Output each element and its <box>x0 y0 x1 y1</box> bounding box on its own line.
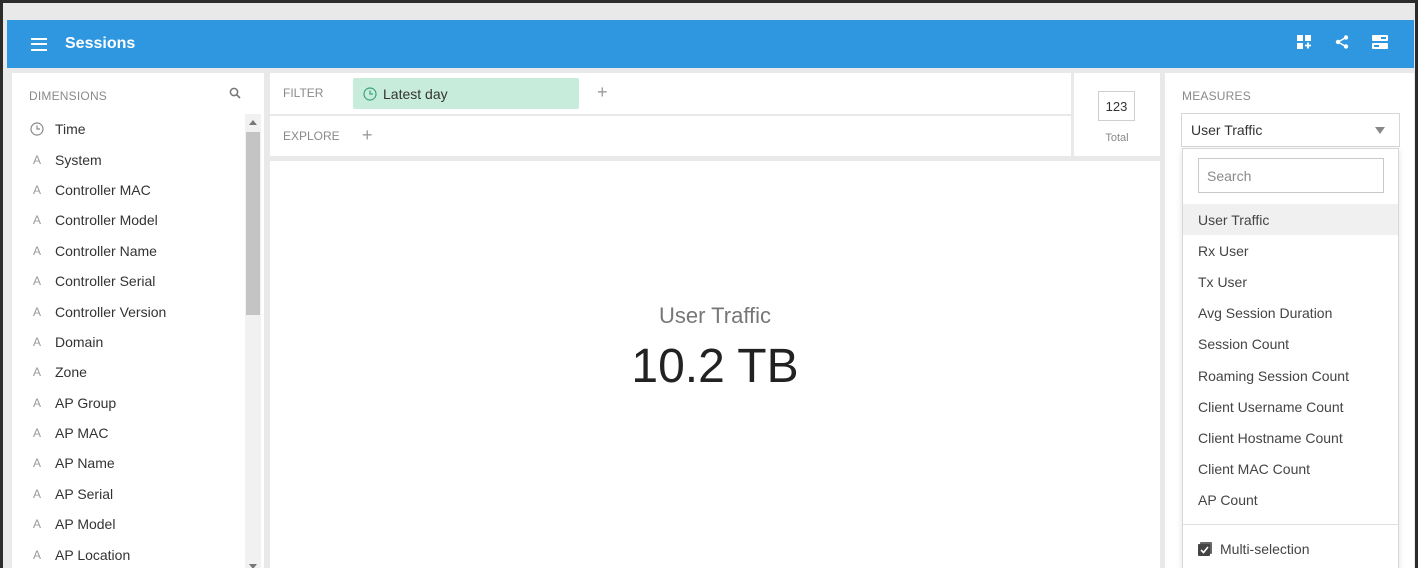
scrollbar-thumb[interactable] <box>246 132 260 315</box>
dimension-item[interactable]: A Domain <box>12 327 244 357</box>
search-icon[interactable] <box>229 86 241 104</box>
visualization-area: User Traffic 10.2 TB <box>270 161 1160 568</box>
measures-option-list: User Traffic Rx User Tx User Avg Session Du… <box>1183 204 1398 516</box>
dimension-item[interactable]: A AP Location <box>12 539 244 568</box>
dimension-label: Domain <box>55 333 104 350</box>
top-actions <box>1296 34 1388 50</box>
scroll-down-arrow-icon[interactable] <box>249 564 257 568</box>
metric-label: User Traffic <box>658 303 772 328</box>
dimension-item[interactable]: A AP MAC <box>12 418 244 448</box>
clock-icon <box>29 122 45 136</box>
dimension-label: Controller Name <box>55 242 157 259</box>
explore-caption: EXPLORE <box>283 129 340 143</box>
dimension-label: AP Serial <box>55 485 114 502</box>
string-type-icon: A <box>32 213 41 228</box>
filter-pill-label: Latest day <box>383 85 448 102</box>
dimension-label: AP MAC <box>55 425 109 442</box>
measures-caption: MEASURES <box>1182 89 1251 103</box>
measure-option[interactable]: Client Username Count <box>1183 391 1398 422</box>
measure-option[interactable]: Avg Session Duration <box>1183 298 1398 329</box>
multi-select-checkbox-icon <box>1198 542 1212 556</box>
string-type-icon: A <box>32 365 41 380</box>
dimensions-scrollbar[interactable] <box>245 114 261 568</box>
dimension-label: AP Name <box>55 455 115 472</box>
dimension-item[interactable]: A AP Name <box>12 448 244 478</box>
filter-bar: FILTER Latest day + <box>270 73 1071 114</box>
measure-option[interactable]: AP Count <box>1183 485 1398 516</box>
filter-caption: FILTER <box>283 86 324 100</box>
measure-option[interactable]: User Traffic <box>1183 204 1398 236</box>
chevron-down-icon <box>1375 127 1385 134</box>
dimension-item[interactable]: A Zone <box>12 357 244 387</box>
dimension-item[interactable]: A AP Model <box>12 509 244 539</box>
metric-value: 10.2 TB <box>631 340 799 393</box>
measure-option[interactable]: Rx User <box>1183 235 1398 266</box>
string-type-icon: A <box>32 243 41 258</box>
dimension-label: Controller MAC <box>55 181 151 198</box>
string-type-icon: A <box>32 152 41 167</box>
measure-search-input[interactable] <box>1198 158 1384 193</box>
page-title: Sessions <box>65 35 136 52</box>
dimension-item[interactable]: A Controller Serial <box>12 266 244 296</box>
dimension-label: Controller Version <box>55 303 167 320</box>
add-widget-icon[interactable] <box>1296 34 1312 50</box>
dimension-label: Controller Serial <box>55 273 156 290</box>
dimension-label: AP Model <box>55 516 116 533</box>
measure-select[interactable]: User Traffic <box>1181 113 1400 147</box>
string-type-icon: A <box>32 304 41 319</box>
dimension-label: Controller Model <box>55 212 158 229</box>
measure-option[interactable]: Session Count <box>1183 329 1398 360</box>
measure-select-value: User Traffic <box>1191 122 1263 138</box>
toggle-layout-icon[interactable] <box>1372 34 1388 50</box>
dimension-label: AP Location <box>55 546 131 563</box>
dimension-label: Time <box>55 121 86 138</box>
string-type-icon: A <box>32 395 41 410</box>
string-type-icon: A <box>32 334 41 349</box>
dimension-label: AP Group <box>55 394 117 411</box>
string-type-icon: A <box>32 426 41 441</box>
dimension-item[interactable]: A Controller Name <box>12 236 244 266</box>
dimension-item[interactable]: A System <box>12 144 244 174</box>
dimension-item[interactable]: Time <box>12 114 244 144</box>
menu-icon[interactable] <box>31 37 47 51</box>
multi-selection-label: Multi-selection <box>1220 541 1310 557</box>
filter-pill-time[interactable]: Latest day <box>353 78 579 109</box>
clock-icon <box>363 86 377 101</box>
measure-option[interactable]: Client Hostname Count <box>1183 422 1398 453</box>
scroll-up-arrow-icon[interactable] <box>249 120 257 125</box>
string-type-icon: A <box>32 274 41 289</box>
string-type-icon: A <box>32 486 41 501</box>
measure-option[interactable]: Roaming Session Count <box>1183 360 1398 391</box>
add-explore-plus-icon[interactable]: + <box>362 126 373 144</box>
dimensions-panel: DIMENSIONS Time A System A Controller MAC A Co… <box>12 73 264 568</box>
string-type-icon: A <box>32 456 41 471</box>
dimension-item[interactable]: A Controller Model <box>12 205 244 235</box>
dimension-item[interactable]: A Controller Version <box>12 296 244 326</box>
measure-option[interactable]: Tx User <box>1183 266 1398 297</box>
total-count-button[interactable]: 123 <box>1098 91 1135 121</box>
measures-dropdown: User TrafficRx UserTx UserAvg Session Du… <box>1182 148 1399 568</box>
dimension-item[interactable]: A AP Serial <box>12 479 244 509</box>
dimensions-caption: DIMENSIONS <box>29 89 108 103</box>
dimension-label: System <box>55 151 102 168</box>
dimension-item[interactable]: A AP Group <box>12 388 244 418</box>
dimension-item[interactable]: A Controller MAC <box>12 175 244 205</box>
add-filter-plus-icon[interactable]: + <box>597 83 608 101</box>
multi-selection-toggle[interactable]: Multi-selection <box>1198 541 1309 557</box>
explore-bar: EXPLORE + <box>270 116 1071 156</box>
dimension-label: Zone <box>55 364 87 381</box>
total-label: Total <box>1105 132 1129 144</box>
dimensions-list: Time A System A Controller MAC A Controller Mo… <box>12 114 244 568</box>
measure-option[interactable]: Client MAC Count <box>1183 454 1398 485</box>
total-panel: 123 Total <box>1074 73 1160 156</box>
app-window: Sessions DIMENSIONS Time A System A Controll… <box>0 0 1418 568</box>
string-type-icon: A <box>32 547 41 562</box>
string-type-icon: A <box>32 517 41 532</box>
string-type-icon: A <box>32 182 41 197</box>
top-bar: Sessions <box>7 20 1414 68</box>
dropdown-divider <box>1183 524 1398 525</box>
share-icon[interactable] <box>1334 34 1350 50</box>
